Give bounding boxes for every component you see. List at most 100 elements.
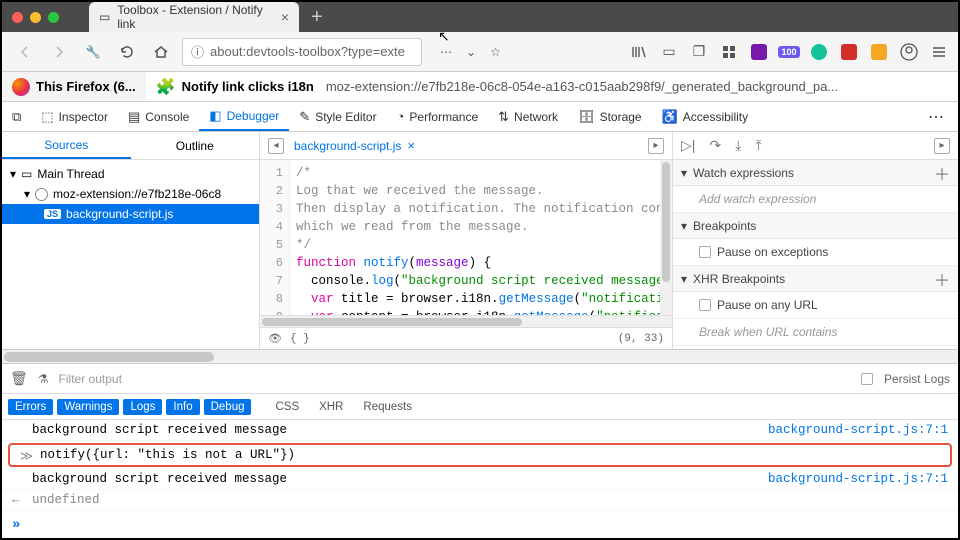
filter-logs[interactable]: Logs bbox=[123, 399, 162, 415]
extension-segment[interactable]: 🧩 Notify link clicks i18n moz-extension:… bbox=[146, 72, 849, 101]
onenote-icon[interactable] bbox=[750, 43, 768, 61]
devtools-overflow-icon[interactable]: ⋯ bbox=[914, 102, 958, 131]
toggle-right-icon[interactable]: ▸ bbox=[648, 138, 664, 154]
devtab-icon: ▤ bbox=[128, 109, 140, 125]
add-xhr-icon[interactable]: ＋ bbox=[934, 267, 950, 291]
grid-icon[interactable] bbox=[720, 43, 738, 61]
grammarly-icon[interactable] bbox=[810, 43, 828, 61]
filter-requests[interactable]: Requests bbox=[355, 399, 420, 415]
filter-xhr[interactable]: XHR bbox=[311, 399, 351, 415]
reader-icon[interactable]: ▭ bbox=[660, 43, 678, 61]
filter-funnel-icon[interactable]: ⚗ bbox=[38, 372, 49, 386]
xhr-url-placeholder[interactable]: Break when URL contains bbox=[699, 325, 838, 339]
eye-icon[interactable]: 👁 bbox=[268, 332, 282, 346]
watch-header[interactable]: ▾Watch expressions＋ bbox=[673, 160, 958, 186]
editor-hscroll[interactable] bbox=[260, 315, 672, 327]
info-icon[interactable]: ⓘ bbox=[191, 42, 204, 61]
console-source-link[interactable]: background-script.js:7:1 bbox=[768, 472, 948, 486]
new-tab-button[interactable]: + bbox=[299, 2, 335, 32]
devtab-label: Style Editor bbox=[315, 110, 376, 124]
clear-console-icon[interactable]: 🗑 bbox=[10, 370, 28, 387]
console-source-link[interactable]: background-script.js:7:1 bbox=[768, 423, 948, 437]
console-output: background script received messagebackgr… bbox=[2, 420, 958, 511]
watch-label: Watch expressions bbox=[693, 166, 794, 180]
devtab-console[interactable]: ▤ Console bbox=[118, 102, 199, 131]
scope-braces: { } bbox=[290, 333, 310, 345]
devtab-style-editor[interactable]: ✎Style Editor bbox=[289, 102, 386, 131]
file-tab[interactable]: background-script.js× bbox=[294, 138, 415, 153]
filter-input[interactable]: Filter output bbox=[59, 372, 122, 386]
reload-button[interactable] bbox=[114, 39, 140, 65]
save-icon[interactable] bbox=[870, 43, 888, 61]
filter-info[interactable]: Info bbox=[166, 399, 199, 415]
persist-logs-checkbox[interactable] bbox=[861, 373, 873, 385]
devtab-label: Inspector bbox=[59, 110, 108, 124]
bookmark-star-icon[interactable]: ☆ bbox=[490, 45, 501, 59]
devtab-inspector[interactable]: ⬚Inspector bbox=[31, 102, 118, 131]
close-file-icon[interactable]: × bbox=[407, 138, 415, 153]
xhr-header[interactable]: ▾XHR Breakpoints＋ bbox=[673, 266, 958, 292]
this-firefox-segment[interactable]: This Firefox (6... bbox=[2, 72, 146, 101]
pocket-icon[interactable]: ⌄ bbox=[466, 45, 476, 59]
tree-origin[interactable]: ▾moz-extension://e7fb218e-06c8 bbox=[2, 184, 259, 204]
watch-placeholder[interactable]: Add watch expression bbox=[699, 192, 816, 206]
devtab-performance[interactable]: ◔Performance bbox=[387, 102, 489, 131]
browser-tab-active[interactable]: ▭ Toolbox - Extension / Notify link × bbox=[89, 2, 299, 32]
sources-hscroll[interactable] bbox=[2, 350, 958, 364]
devtab-label: Console bbox=[145, 110, 189, 124]
toggle-sources-icon[interactable]: ◂ bbox=[268, 138, 284, 154]
badge-100-icon[interactable]: 100 bbox=[780, 43, 798, 61]
breakpoints-header[interactable]: ▾Breakpoints bbox=[673, 213, 958, 239]
devtab-accessibility[interactable]: ♿Accessibility bbox=[652, 102, 759, 131]
toggle-right-collapse-icon[interactable]: ▸ bbox=[934, 138, 950, 154]
containers-icon[interactable]: ❐ bbox=[690, 43, 708, 61]
url-bar[interactable]: ⓘ about:devtools-toolbox?type=exte bbox=[182, 38, 422, 66]
editor-footer: 👁 { } (9, 33) bbox=[260, 327, 672, 349]
step-in-icon[interactable]: ⤓ bbox=[735, 137, 741, 154]
add-watch-icon[interactable]: ＋ bbox=[934, 161, 950, 185]
pause-any-url-checkbox[interactable] bbox=[699, 299, 711, 311]
profile-icon[interactable] bbox=[900, 43, 918, 61]
console-log-line: background script received messagebackgr… bbox=[2, 469, 958, 490]
filter-debug[interactable]: Debug bbox=[204, 399, 252, 415]
sources-tab[interactable]: Sources bbox=[2, 132, 131, 159]
home-button[interactable] bbox=[148, 39, 174, 65]
code-editor[interactable]: 123456789101112 /* Log that we received … bbox=[260, 160, 672, 315]
debugger-panel: Sources Outline ▾▭Main Thread ▾moz-exten… bbox=[2, 132, 958, 350]
close-tab-icon[interactable]: × bbox=[281, 9, 289, 25]
console-log-line: background script received messagebackgr… bbox=[2, 420, 958, 441]
hamburger-menu-icon[interactable] bbox=[930, 43, 948, 61]
filter-css[interactable]: CSS bbox=[267, 399, 307, 415]
toolbar-extensions: ▭ ❐ 100 bbox=[630, 43, 948, 61]
filter-errors[interactable]: Errors bbox=[8, 399, 53, 415]
outline-tab[interactable]: Outline bbox=[131, 132, 260, 159]
devtab-icon: ♿ bbox=[662, 109, 678, 125]
pause-exceptions-checkbox[interactable] bbox=[699, 246, 711, 258]
code-body[interactable]: /* Log that we received the message. The… bbox=[290, 160, 672, 315]
close-window-button[interactable] bbox=[12, 12, 23, 23]
filter-warnings[interactable]: Warnings bbox=[57, 399, 119, 415]
iframe-picker-icon[interactable]: ⧉ bbox=[2, 102, 31, 131]
devtab-storage[interactable]: 🗄Storage bbox=[568, 102, 652, 131]
minimize-window-button[interactable] bbox=[30, 12, 41, 23]
step-over-icon[interactable]: ↷ bbox=[709, 137, 721, 154]
page-actions-icon[interactable]: ⋯ bbox=[440, 45, 452, 59]
sources-pane: Sources Outline ▾▭Main Thread ▾moz-exten… bbox=[2, 132, 260, 349]
devtab-debugger[interactable]: ◧Debugger bbox=[199, 102, 289, 131]
back-button[interactable] bbox=[12, 39, 38, 65]
step-out-icon[interactable]: ⤒ bbox=[755, 137, 761, 154]
devtools-wrench-icon[interactable]: 🔧 bbox=[80, 39, 106, 65]
tree-main-thread[interactable]: ▾▭Main Thread bbox=[2, 164, 259, 184]
devtab-network[interactable]: ⇅Network bbox=[488, 102, 568, 131]
library-icon[interactable] bbox=[630, 43, 648, 61]
resume-icon[interactable]: ▷| bbox=[681, 137, 695, 154]
js-badge-icon: JS bbox=[44, 209, 61, 219]
forward-button[interactable] bbox=[46, 39, 72, 65]
maximize-window-button[interactable] bbox=[48, 12, 59, 23]
traffic-lights bbox=[2, 12, 69, 23]
devtab-label: Debugger bbox=[227, 109, 280, 123]
lastpass-icon[interactable] bbox=[840, 43, 858, 61]
console-prompt[interactable]: » bbox=[2, 511, 958, 539]
tree-file-selected[interactable]: JSbackground-script.js bbox=[2, 204, 259, 224]
editor-vscroll[interactable] bbox=[660, 160, 672, 315]
